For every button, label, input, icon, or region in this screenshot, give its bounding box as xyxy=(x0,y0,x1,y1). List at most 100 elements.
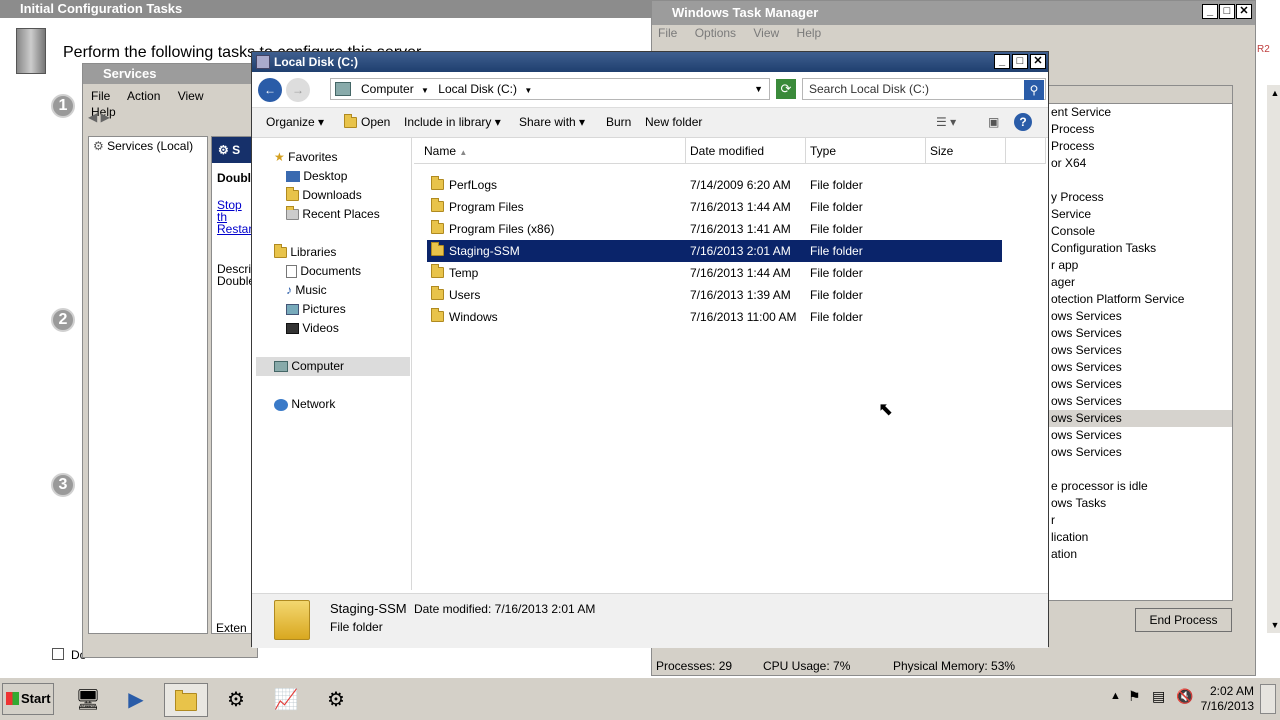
refresh-button[interactable]: ⟳ xyxy=(776,79,796,99)
file-row[interactable]: Windows 7/16/2013 11:00 AM File folder xyxy=(427,306,1002,328)
minimize-button[interactable]: _ xyxy=(1202,4,1218,19)
initial-config-taskbar-icon[interactable]: ⚙ xyxy=(214,683,258,717)
views-icon[interactable]: ☰ ▾ xyxy=(936,108,956,137)
share-with-button[interactable]: Share with ▾ xyxy=(519,108,585,137)
process-row[interactable]: ows Services xyxy=(1049,308,1232,325)
search-icon[interactable]: ⚲ xyxy=(1024,80,1044,100)
file-row[interactable]: PerfLogs 7/14/2009 6:20 AM File folder xyxy=(427,174,1002,196)
process-row[interactable]: ows Services xyxy=(1049,427,1232,444)
process-row[interactable]: Process xyxy=(1049,138,1232,155)
start-button[interactable]: Start xyxy=(2,683,54,715)
burn-button[interactable]: Burn xyxy=(606,108,631,137)
task-manager-taskbar-icon[interactable]: 📈 xyxy=(264,683,308,717)
svc-menu-file[interactable]: File xyxy=(91,89,110,103)
services-taskbar-icon[interactable]: ⚙ xyxy=(314,683,358,717)
process-row[interactable]: ation xyxy=(1049,546,1232,563)
back-icon[interactable]: ◀ xyxy=(88,110,97,124)
preview-pane-icon[interactable]: ▣ xyxy=(988,108,999,137)
chevron-down-icon[interactable]: ▼ xyxy=(524,86,532,95)
nav-libraries[interactable]: Libraries xyxy=(274,243,336,262)
initial-config-checkbox[interactable] xyxy=(52,648,64,660)
column-type[interactable]: Type xyxy=(806,138,926,164)
process-row[interactable]: ows Services xyxy=(1049,393,1232,410)
extended-tab[interactable]: Exten xyxy=(216,621,247,633)
process-row[interactable]: ows Services xyxy=(1049,325,1232,342)
nav-recent-places[interactable]: Recent Places xyxy=(286,205,380,224)
address-dropdown-icon[interactable]: ▼ xyxy=(754,79,763,99)
show-desktop-button[interactable] xyxy=(1260,684,1276,714)
process-row[interactable]: Configuration Tasks xyxy=(1049,240,1232,257)
file-row[interactable]: Program Files (x86) 7/16/2013 1:41 AM File… xyxy=(427,218,1002,240)
new-folder-button[interactable]: New folder xyxy=(645,108,702,137)
services-local-node[interactable]: Services (Local) xyxy=(107,139,193,153)
organize-button[interactable]: Organize ▾ xyxy=(266,108,324,137)
address-bar[interactable]: Computer ▼ Local Disk (C:) ▼ ▼ xyxy=(330,78,770,100)
process-row[interactable]: r xyxy=(1049,512,1232,529)
search-input[interactable]: Search Local Disk (C:) xyxy=(802,78,1046,100)
clock[interactable]: 2:02 AM 7/16/2013 xyxy=(1201,684,1254,714)
column-name[interactable]: Name ▲ xyxy=(414,138,686,164)
server-manager-taskbar-icon[interactable]: 🖥 xyxy=(66,683,110,717)
nav-desktop[interactable]: Desktop xyxy=(286,167,347,186)
explorer-close-button[interactable]: ✕ xyxy=(1030,54,1046,69)
process-row[interactable]: ows Services xyxy=(1049,376,1232,393)
nav-documents[interactable]: Documents xyxy=(286,262,361,281)
breadcrumb-local-disk[interactable]: Local Disk (C:) xyxy=(438,82,517,96)
nav-network[interactable]: Network xyxy=(274,395,335,414)
help-icon[interactable]: ? xyxy=(1014,113,1032,131)
explorer-taskbar-icon[interactable] xyxy=(164,683,208,717)
file-row[interactable]: Staging-SSM 7/16/2013 2:01 AM File folder xyxy=(427,240,1002,262)
close-button[interactable]: ✕ xyxy=(1236,4,1252,19)
process-row[interactable]: ows Services xyxy=(1049,444,1232,461)
column-size[interactable]: Size xyxy=(926,138,1006,164)
show-hidden-icons-icon[interactable]: ▲ xyxy=(1110,690,1121,702)
process-row[interactable]: ows Tasks xyxy=(1049,495,1232,512)
back-button[interactable]: ← xyxy=(258,78,282,102)
file-row[interactable]: Users 7/16/2013 1:39 AM File folder xyxy=(427,284,1002,306)
process-row[interactable] xyxy=(1049,172,1232,189)
services-tree[interactable]: ⚙ Services (Local) xyxy=(88,136,208,634)
column-date-modified[interactable]: Date modified xyxy=(686,138,806,164)
menu-help[interactable]: Help xyxy=(797,26,822,40)
nav-downloads[interactable]: Downloads xyxy=(286,186,362,205)
svc-menu-view[interactable]: View xyxy=(178,89,204,103)
process-row[interactable]: r app xyxy=(1049,257,1232,274)
scroll-up-icon[interactable]: ▲ xyxy=(1267,85,1280,101)
process-row[interactable]: or X64 xyxy=(1049,155,1232,172)
include-in-library-button[interactable]: Include in library ▾ xyxy=(404,108,501,137)
process-row[interactable]: y Process xyxy=(1049,189,1232,206)
process-row[interactable]: ager xyxy=(1049,274,1232,291)
process-row[interactable]: ent Service xyxy=(1049,104,1232,121)
file-row[interactable]: Temp 7/16/2013 1:44 AM File folder xyxy=(427,262,1002,284)
process-row[interactable]: Console xyxy=(1049,223,1232,240)
process-row[interactable]: otection Platform Service xyxy=(1049,291,1232,308)
nav-computer[interactable]: Computer xyxy=(256,357,410,376)
forward-button[interactable]: → xyxy=(286,78,310,102)
breadcrumb-computer[interactable]: Computer xyxy=(361,82,414,96)
open-button[interactable]: Open xyxy=(344,108,390,137)
process-row[interactable]: Service xyxy=(1049,206,1232,223)
nav-music[interactable]: ♪ Music xyxy=(286,281,327,300)
vertical-scrollbar[interactable]: ▲ ▼ xyxy=(1267,85,1280,633)
menu-options[interactable]: Options xyxy=(695,26,736,40)
scroll-down-icon[interactable]: ▼ xyxy=(1267,617,1280,633)
volume-icon[interactable]: 🔇 xyxy=(1176,688,1193,705)
network-tray-icon[interactable]: ▤ xyxy=(1152,688,1165,705)
process-row[interactable] xyxy=(1049,461,1232,478)
powershell-taskbar-icon[interactable]: ▶ xyxy=(114,683,158,717)
process-row[interactable]: ows Services xyxy=(1049,410,1232,427)
forward-icon[interactable]: ▶ xyxy=(101,110,110,124)
process-list[interactable]: ent Service Process Process or X64 y Process… xyxy=(1048,85,1233,601)
file-row[interactable]: Program Files 7/16/2013 1:44 AM File folde… xyxy=(427,196,1002,218)
nav-pictures[interactable]: Pictures xyxy=(286,300,346,319)
chevron-down-icon[interactable]: ▼ xyxy=(421,86,429,95)
process-row[interactable]: lication xyxy=(1049,529,1232,546)
process-row[interactable]: Process xyxy=(1049,121,1232,138)
nav-videos[interactable]: Videos xyxy=(286,319,339,338)
explorer-minimize-button[interactable]: _ xyxy=(994,54,1010,69)
flag-icon[interactable]: ⚑ xyxy=(1128,688,1141,705)
nav-favorites[interactable]: ★ Favorites xyxy=(274,148,337,167)
end-process-button[interactable]: End Process xyxy=(1135,608,1232,632)
maximize-button[interactable]: □ xyxy=(1219,4,1235,19)
menu-file[interactable]: File xyxy=(658,26,677,40)
